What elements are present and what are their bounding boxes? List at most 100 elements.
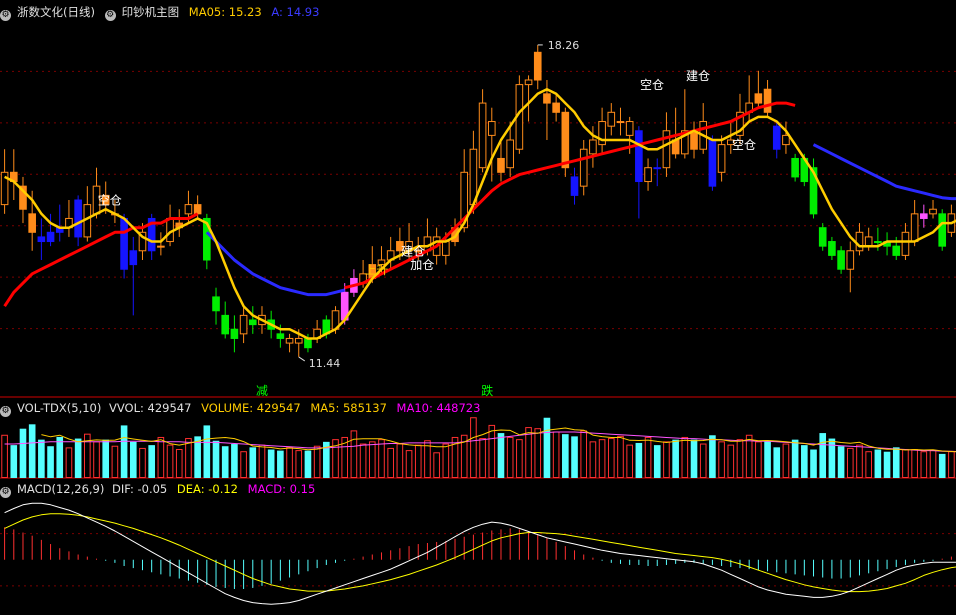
volume-bar (672, 439, 679, 478)
candle-body (690, 130, 698, 150)
signal-marker: 加仓 (410, 258, 434, 272)
a-value: A: 14.93 (271, 5, 320, 19)
vol-indicator-name: VOL-TDX(5,10) (17, 401, 102, 415)
volume-bar (497, 433, 505, 478)
candle-body (855, 231, 864, 252)
candle-body (230, 328, 239, 339)
candle-body (818, 227, 827, 247)
candle-body (561, 111, 570, 169)
volume-bar (203, 425, 211, 478)
candle-body (828, 241, 836, 256)
candle-body (74, 199, 82, 238)
candle-body (304, 337, 312, 349)
volume-bar (892, 447, 900, 478)
candle-body (625, 121, 634, 136)
volume-bar (231, 444, 238, 478)
volume-bar (120, 425, 128, 478)
candle-body (487, 121, 496, 136)
volume-bar (562, 434, 569, 478)
volume-bar (810, 449, 817, 478)
candle-body (552, 102, 560, 113)
volume-bar (828, 438, 836, 478)
candle-body (653, 167, 662, 170)
candle-body (791, 157, 799, 178)
candle-body (294, 337, 303, 344)
macd-indicator-name: MACD(12,26,9) (17, 482, 105, 496)
candle-body (929, 208, 937, 215)
candle-body (579, 148, 588, 187)
low-price-label: 11.44 (309, 357, 341, 370)
candle-body (285, 337, 294, 344)
candle-body (120, 217, 128, 270)
stock-name: 浙数文化(日线) (17, 5, 95, 19)
candle-body (184, 204, 193, 215)
candle-body (193, 204, 202, 215)
candle-body (524, 79, 533, 86)
volume-bar (874, 449, 882, 478)
candle-body (478, 102, 487, 169)
volume-bar (304, 450, 312, 478)
bottom-signal-label: 跌 (481, 383, 493, 398)
candle-body (497, 157, 505, 173)
signal-marker: 上升 (364, 263, 388, 277)
vvol-value: VVOL: 429547 (109, 401, 192, 415)
volume-bar (819, 433, 827, 478)
volume-value: VOLUME: 429547 (201, 401, 301, 415)
signal-marker: 空仓 (98, 194, 122, 208)
dif-value: DIF: -0.05 (112, 482, 168, 496)
bottom-signal-label: 减 (256, 384, 268, 398)
volume-bar (19, 428, 27, 478)
candle-body (533, 51, 542, 81)
candle-body (37, 236, 46, 243)
volume-bar (10, 445, 18, 478)
volume-bar (773, 447, 781, 478)
candle-body (129, 250, 138, 266)
candle-body (708, 139, 717, 187)
candle-body (248, 319, 257, 326)
candle-body (901, 231, 910, 256)
candle-body (782, 134, 790, 146)
high-price-label: 18.26 (548, 39, 580, 52)
candle-body (221, 314, 230, 335)
volume-bar (635, 442, 643, 478)
candle-body (506, 139, 514, 169)
volume-bar (47, 446, 54, 478)
gear-icon[interactable]: ⚙ (0, 487, 11, 498)
volume-bar (249, 447, 257, 478)
indicator-name: 印钞机主图 (121, 5, 180, 19)
vol-ma10-value: MA10: 448723 (396, 401, 481, 415)
gear-icon[interactable]: ⚙ (0, 406, 11, 417)
candle-body (717, 144, 726, 173)
volume-bar (56, 436, 64, 478)
main-panel-header: ⚙ 浙数文化(日线) ⚙ 印钞机主图 MA05: 15.23 A: 14.93 (0, 4, 325, 21)
stock-chart[interactable]: 18.2611.44空仓建仓加仓上升空仓建仓空仓减跌$ (0, 0, 956, 615)
volume-bar (938, 453, 946, 478)
macd-panel-header: ⚙ MACD(12,26,9) DIF: -0.05 DEA: -0.12 MAC… (0, 481, 321, 498)
volume-bar (883, 451, 891, 478)
volume-bar (543, 417, 551, 478)
candle-body (276, 333, 285, 339)
candle-body (846, 250, 855, 270)
volume-bar (801, 445, 808, 478)
volume-bar (148, 445, 155, 478)
gear-icon[interactable]: ⚙ (104, 10, 116, 21)
dea-value: DEA: -0.12 (176, 482, 238, 496)
volume-bar (690, 439, 698, 478)
volume-bar (38, 439, 45, 478)
candle-body (607, 111, 616, 127)
candle-body (874, 241, 882, 244)
candle-body (616, 121, 625, 124)
volume-bar (837, 446, 845, 478)
chart-background (0, 0, 956, 615)
candle-body (892, 245, 901, 256)
gear-icon[interactable]: ⚙ (0, 10, 11, 21)
macd-value: MACD: 0.15 (247, 482, 316, 496)
volume-bar (102, 439, 110, 478)
volume-bar (74, 438, 82, 478)
volume-bar (571, 436, 578, 478)
signal-marker: 空仓 (640, 78, 664, 92)
candle-body (938, 213, 947, 247)
candle-body (239, 314, 248, 335)
candle-body (543, 93, 551, 104)
volume-bar (221, 446, 229, 478)
